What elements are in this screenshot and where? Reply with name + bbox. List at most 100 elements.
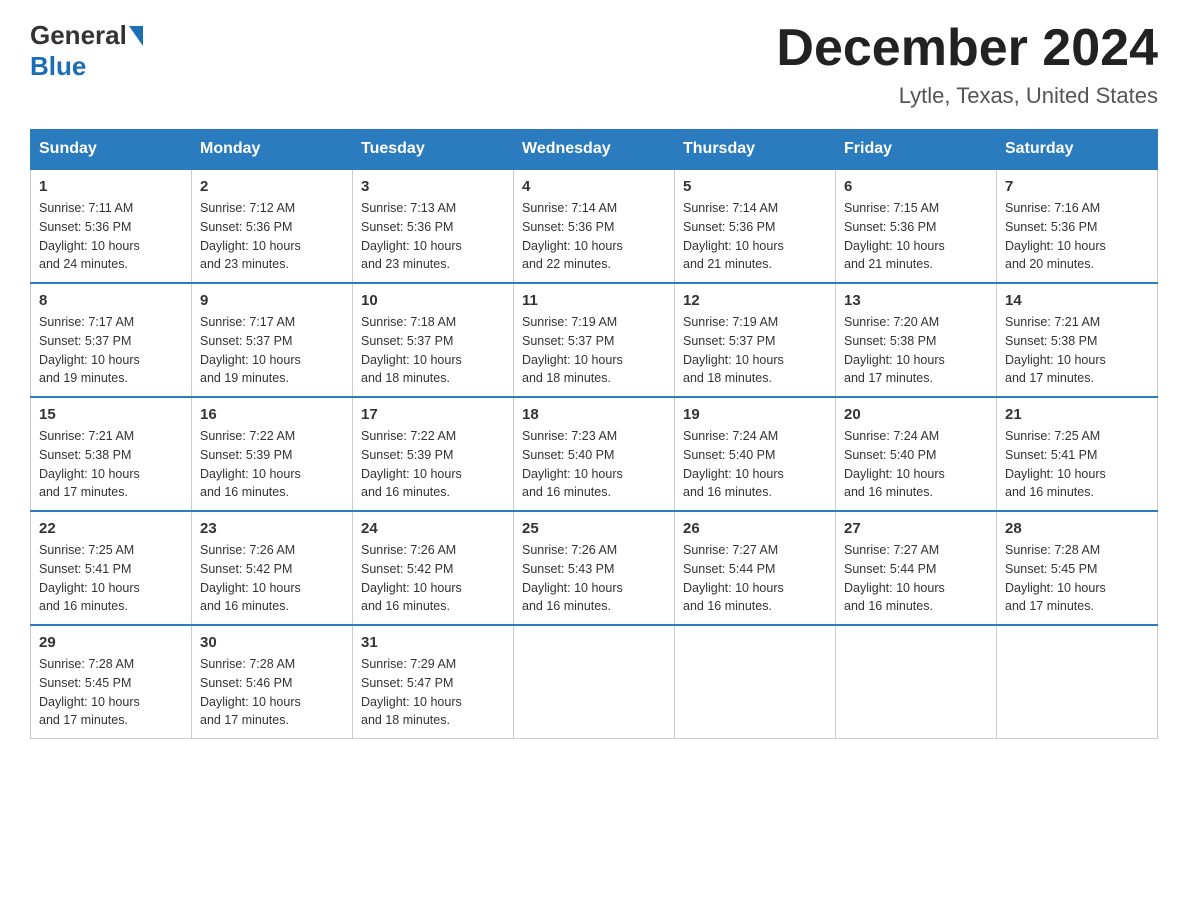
calendar-cell: 22 Sunrise: 7:25 AMSunset: 5:41 PMDaylig… bbox=[31, 511, 192, 625]
calendar-cell: 11 Sunrise: 7:19 AMSunset: 5:37 PMDaylig… bbox=[514, 283, 675, 397]
calendar-table: SundayMondayTuesdayWednesdayThursdayFrid… bbox=[30, 129, 1158, 739]
day-number: 5 bbox=[683, 178, 827, 195]
day-number: 7 bbox=[1005, 178, 1149, 195]
calendar-cell: 21 Sunrise: 7:25 AMSunset: 5:41 PMDaylig… bbox=[997, 397, 1158, 511]
logo-general: General bbox=[30, 20, 127, 51]
logo: General Blue bbox=[30, 20, 145, 82]
calendar-week-row: 15 Sunrise: 7:21 AMSunset: 5:38 PMDaylig… bbox=[31, 397, 1158, 511]
day-info: Sunrise: 7:26 AMSunset: 5:42 PMDaylight:… bbox=[361, 541, 505, 616]
day-info: Sunrise: 7:23 AMSunset: 5:40 PMDaylight:… bbox=[522, 427, 666, 502]
day-number: 4 bbox=[522, 178, 666, 195]
day-info: Sunrise: 7:14 AMSunset: 5:36 PMDaylight:… bbox=[522, 199, 666, 274]
day-number: 13 bbox=[844, 292, 988, 309]
calendar-cell: 27 Sunrise: 7:27 AMSunset: 5:44 PMDaylig… bbox=[836, 511, 997, 625]
calendar-cell: 8 Sunrise: 7:17 AMSunset: 5:37 PMDayligh… bbox=[31, 283, 192, 397]
calendar-cell: 12 Sunrise: 7:19 AMSunset: 5:37 PMDaylig… bbox=[675, 283, 836, 397]
calendar-cell bbox=[675, 625, 836, 739]
day-info: Sunrise: 7:27 AMSunset: 5:44 PMDaylight:… bbox=[844, 541, 988, 616]
day-info: Sunrise: 7:19 AMSunset: 5:37 PMDaylight:… bbox=[683, 313, 827, 388]
calendar-cell: 10 Sunrise: 7:18 AMSunset: 5:37 PMDaylig… bbox=[353, 283, 514, 397]
day-number: 19 bbox=[683, 406, 827, 423]
calendar-cell: 15 Sunrise: 7:21 AMSunset: 5:38 PMDaylig… bbox=[31, 397, 192, 511]
day-info: Sunrise: 7:18 AMSunset: 5:37 PMDaylight:… bbox=[361, 313, 505, 388]
calendar-week-row: 22 Sunrise: 7:25 AMSunset: 5:41 PMDaylig… bbox=[31, 511, 1158, 625]
day-number: 6 bbox=[844, 178, 988, 195]
day-number: 10 bbox=[361, 292, 505, 309]
day-info: Sunrise: 7:16 AMSunset: 5:36 PMDaylight:… bbox=[1005, 199, 1149, 274]
day-number: 26 bbox=[683, 520, 827, 537]
day-number: 9 bbox=[200, 292, 344, 309]
calendar-cell bbox=[836, 625, 997, 739]
calendar-cell: 28 Sunrise: 7:28 AMSunset: 5:45 PMDaylig… bbox=[997, 511, 1158, 625]
month-title: December 2024 bbox=[776, 20, 1158, 77]
calendar-cell: 7 Sunrise: 7:16 AMSunset: 5:36 PMDayligh… bbox=[997, 169, 1158, 283]
day-info: Sunrise: 7:27 AMSunset: 5:44 PMDaylight:… bbox=[683, 541, 827, 616]
calendar-cell: 31 Sunrise: 7:29 AMSunset: 5:47 PMDaylig… bbox=[353, 625, 514, 739]
calendar-cell: 29 Sunrise: 7:28 AMSunset: 5:45 PMDaylig… bbox=[31, 625, 192, 739]
calendar-cell: 18 Sunrise: 7:23 AMSunset: 5:40 PMDaylig… bbox=[514, 397, 675, 511]
calendar-cell: 4 Sunrise: 7:14 AMSunset: 5:36 PMDayligh… bbox=[514, 169, 675, 283]
day-info: Sunrise: 7:24 AMSunset: 5:40 PMDaylight:… bbox=[844, 427, 988, 502]
day-number: 25 bbox=[522, 520, 666, 537]
day-number: 2 bbox=[200, 178, 344, 195]
calendar-cell: 1 Sunrise: 7:11 AMSunset: 5:36 PMDayligh… bbox=[31, 169, 192, 283]
calendar-cell: 25 Sunrise: 7:26 AMSunset: 5:43 PMDaylig… bbox=[514, 511, 675, 625]
calendar-week-row: 1 Sunrise: 7:11 AMSunset: 5:36 PMDayligh… bbox=[31, 169, 1158, 283]
day-info: Sunrise: 7:21 AMSunset: 5:38 PMDaylight:… bbox=[39, 427, 183, 502]
page-header: General Blue December 2024 Lytle, Texas,… bbox=[30, 20, 1158, 109]
day-number: 29 bbox=[39, 634, 183, 651]
day-number: 30 bbox=[200, 634, 344, 651]
day-number: 1 bbox=[39, 178, 183, 195]
day-info: Sunrise: 7:26 AMSunset: 5:42 PMDaylight:… bbox=[200, 541, 344, 616]
header-wednesday: Wednesday bbox=[514, 130, 675, 170]
calendar-cell: 30 Sunrise: 7:28 AMSunset: 5:46 PMDaylig… bbox=[192, 625, 353, 739]
day-number: 22 bbox=[39, 520, 183, 537]
day-info: Sunrise: 7:14 AMSunset: 5:36 PMDaylight:… bbox=[683, 199, 827, 274]
header-thursday: Thursday bbox=[675, 130, 836, 170]
day-info: Sunrise: 7:19 AMSunset: 5:37 PMDaylight:… bbox=[522, 313, 666, 388]
day-info: Sunrise: 7:13 AMSunset: 5:36 PMDaylight:… bbox=[361, 199, 505, 274]
day-info: Sunrise: 7:17 AMSunset: 5:37 PMDaylight:… bbox=[39, 313, 183, 388]
day-info: Sunrise: 7:25 AMSunset: 5:41 PMDaylight:… bbox=[1005, 427, 1149, 502]
day-number: 11 bbox=[522, 292, 666, 309]
calendar-cell: 26 Sunrise: 7:27 AMSunset: 5:44 PMDaylig… bbox=[675, 511, 836, 625]
day-info: Sunrise: 7:28 AMSunset: 5:45 PMDaylight:… bbox=[1005, 541, 1149, 616]
day-info: Sunrise: 7:28 AMSunset: 5:46 PMDaylight:… bbox=[200, 655, 344, 730]
header-friday: Friday bbox=[836, 130, 997, 170]
day-info: Sunrise: 7:25 AMSunset: 5:41 PMDaylight:… bbox=[39, 541, 183, 616]
calendar-cell bbox=[997, 625, 1158, 739]
day-info: Sunrise: 7:29 AMSunset: 5:47 PMDaylight:… bbox=[361, 655, 505, 730]
day-number: 27 bbox=[844, 520, 988, 537]
calendar-cell: 16 Sunrise: 7:22 AMSunset: 5:39 PMDaylig… bbox=[192, 397, 353, 511]
calendar-cell: 14 Sunrise: 7:21 AMSunset: 5:38 PMDaylig… bbox=[997, 283, 1158, 397]
day-info: Sunrise: 7:15 AMSunset: 5:36 PMDaylight:… bbox=[844, 199, 988, 274]
day-number: 14 bbox=[1005, 292, 1149, 309]
day-info: Sunrise: 7:12 AMSunset: 5:36 PMDaylight:… bbox=[200, 199, 344, 274]
calendar-cell: 20 Sunrise: 7:24 AMSunset: 5:40 PMDaylig… bbox=[836, 397, 997, 511]
location: Lytle, Texas, United States bbox=[776, 83, 1158, 109]
calendar-cell: 23 Sunrise: 7:26 AMSunset: 5:42 PMDaylig… bbox=[192, 511, 353, 625]
calendar-cell: 17 Sunrise: 7:22 AMSunset: 5:39 PMDaylig… bbox=[353, 397, 514, 511]
day-number: 24 bbox=[361, 520, 505, 537]
day-info: Sunrise: 7:24 AMSunset: 5:40 PMDaylight:… bbox=[683, 427, 827, 502]
calendar-cell: 5 Sunrise: 7:14 AMSunset: 5:36 PMDayligh… bbox=[675, 169, 836, 283]
calendar-cell: 9 Sunrise: 7:17 AMSunset: 5:37 PMDayligh… bbox=[192, 283, 353, 397]
calendar-cell: 19 Sunrise: 7:24 AMSunset: 5:40 PMDaylig… bbox=[675, 397, 836, 511]
day-number: 28 bbox=[1005, 520, 1149, 537]
day-number: 17 bbox=[361, 406, 505, 423]
logo-blue: Blue bbox=[30, 51, 86, 82]
day-number: 3 bbox=[361, 178, 505, 195]
calendar-header-row: SundayMondayTuesdayWednesdayThursdayFrid… bbox=[31, 130, 1158, 170]
day-info: Sunrise: 7:11 AMSunset: 5:36 PMDaylight:… bbox=[39, 199, 183, 274]
day-number: 8 bbox=[39, 292, 183, 309]
logo-arrow-icon bbox=[129, 26, 143, 46]
day-number: 20 bbox=[844, 406, 988, 423]
calendar-cell: 24 Sunrise: 7:26 AMSunset: 5:42 PMDaylig… bbox=[353, 511, 514, 625]
day-info: Sunrise: 7:26 AMSunset: 5:43 PMDaylight:… bbox=[522, 541, 666, 616]
header-saturday: Saturday bbox=[997, 130, 1158, 170]
calendar-cell: 2 Sunrise: 7:12 AMSunset: 5:36 PMDayligh… bbox=[192, 169, 353, 283]
calendar-cell bbox=[514, 625, 675, 739]
calendar-cell: 13 Sunrise: 7:20 AMSunset: 5:38 PMDaylig… bbox=[836, 283, 997, 397]
day-info: Sunrise: 7:22 AMSunset: 5:39 PMDaylight:… bbox=[200, 427, 344, 502]
day-number: 21 bbox=[1005, 406, 1149, 423]
